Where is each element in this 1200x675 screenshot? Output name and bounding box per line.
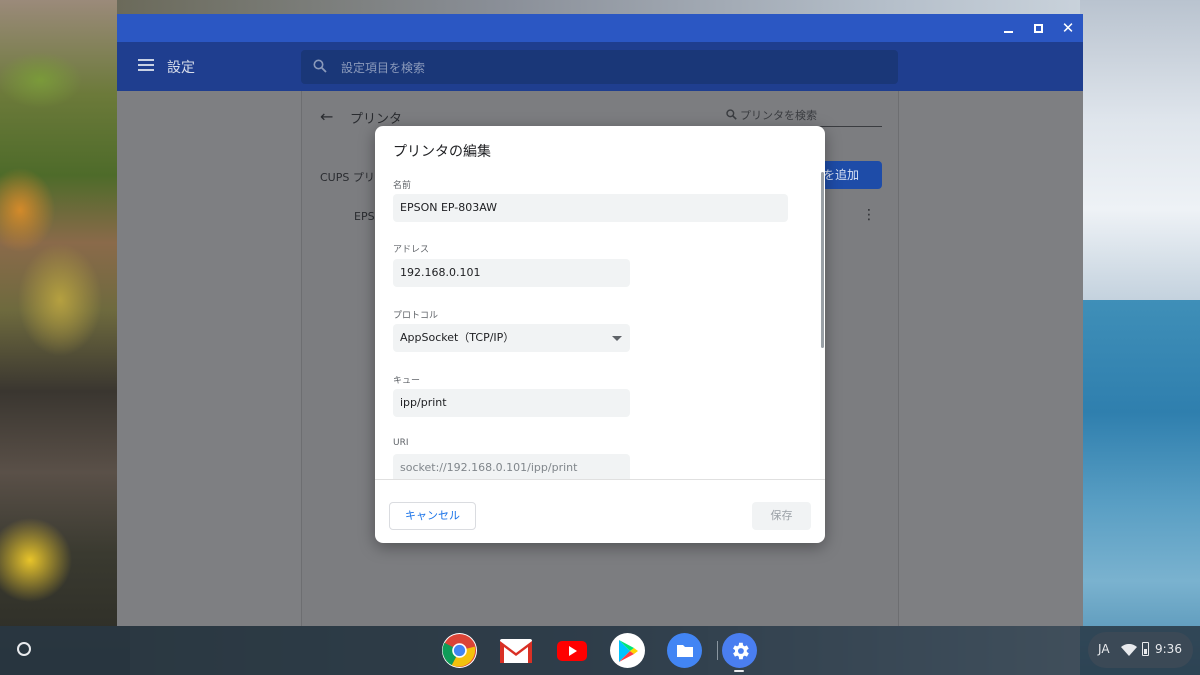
uri-label: URI — [393, 438, 409, 448]
protocol-select[interactable]: AppSocket（TCP/IP） — [393, 324, 630, 352]
page-title: プリンタ — [350, 112, 403, 127]
printer-search-input[interactable]: プリンタを検索 — [724, 103, 882, 127]
gear-icon — [732, 642, 749, 659]
dialog-scrollbar[interactable] — [821, 172, 824, 348]
battery-icon — [1142, 642, 1149, 656]
wallpaper-sea — [1080, 300, 1200, 675]
play-store-logo — [618, 639, 638, 662]
status-tray[interactable]: JA 9:36 — [1088, 632, 1193, 668]
chrome-logo — [442, 633, 477, 668]
minimize-icon — [1003, 30, 1013, 33]
app-title: 設定 — [167, 60, 195, 76]
maximize-icon — [1033, 23, 1043, 33]
clock: 9:36 — [1155, 642, 1182, 656]
queue-label: キュー — [393, 376, 421, 386]
settings-icon[interactable] — [722, 633, 757, 668]
close-button[interactable]: ✕ — [1053, 14, 1083, 42]
ime-indicator: JA — [1098, 642, 1110, 656]
search-icon — [313, 59, 327, 73]
shelf: JA 9:36 — [0, 626, 1200, 675]
protocol-selected-value: AppSocket（TCP/IP） — [400, 331, 515, 344]
window-titlebar[interactable]: ✕ — [117, 14, 1083, 42]
save-button[interactable]: 保存 — [752, 502, 811, 530]
maximize-button[interactable] — [1023, 14, 1053, 42]
uri-field: socket://192.168.0.101/ipp/print — [393, 454, 630, 479]
chrome-icon[interactable] — [442, 633, 477, 668]
wallpaper-cliff — [0, 0, 130, 675]
edit-printer-dialog: プリンタの編集 名前 EPSON EP-803AW アドレス 192.168.0… — [375, 126, 825, 543]
gmail-logo — [499, 638, 532, 663]
window-controls: ✕ — [993, 14, 1083, 42]
dialog-body: 名前 EPSON EP-803AW アドレス 192.168.0.101 プロト… — [375, 170, 825, 479]
wallpaper-sky — [1080, 0, 1200, 300]
files-icon[interactable] — [667, 633, 702, 668]
menu-icon[interactable] — [138, 59, 154, 71]
name-label: 名前 — [393, 181, 412, 191]
minimize-button[interactable] — [993, 14, 1023, 42]
dialog-title: プリンタの編集 — [393, 144, 491, 160]
active-app-indicator — [734, 670, 744, 672]
settings-search-input[interactable]: 設定項目を検索 — [301, 50, 898, 84]
dialog-footer: キャンセル 保存 — [375, 479, 825, 543]
play-store-icon[interactable] — [610, 633, 645, 668]
settings-appbar: 設定 設定項目を検索 — [117, 42, 1083, 91]
gmail-icon[interactable] — [498, 633, 533, 668]
youtube-icon[interactable] — [554, 633, 589, 668]
back-arrow-icon[interactable]: ← — [320, 107, 333, 126]
protocol-label: プロトコル — [393, 311, 439, 321]
launcher-button[interactable] — [17, 642, 31, 656]
dropdown-arrow-icon — [612, 336, 622, 341]
printer-search-icon — [726, 109, 737, 120]
address-label: アドレス — [393, 245, 430, 255]
printer-list-item[interactable]: EPS — [354, 210, 375, 223]
address-field[interactable]: 192.168.0.101 — [393, 259, 630, 287]
folder-icon — [676, 645, 693, 657]
wallpaper-top-strip — [117, 0, 1083, 14]
close-icon: ✕ — [1061, 18, 1075, 37]
wifi-icon — [1121, 644, 1137, 656]
youtube-logo — [556, 640, 587, 661]
shelf-divider — [717, 641, 718, 660]
cancel-button[interactable]: キャンセル — [389, 502, 476, 530]
queue-field[interactable]: ipp/print — [393, 389, 630, 417]
more-vert-icon[interactable]: ⋮ — [862, 208, 876, 222]
settings-search-placeholder: 設定項目を検索 — [341, 61, 426, 75]
cups-printers-heading: CUPS プリ — [320, 171, 375, 184]
printer-search-placeholder: プリンタを検索 — [740, 109, 817, 122]
name-field[interactable]: EPSON EP-803AW — [393, 194, 788, 222]
